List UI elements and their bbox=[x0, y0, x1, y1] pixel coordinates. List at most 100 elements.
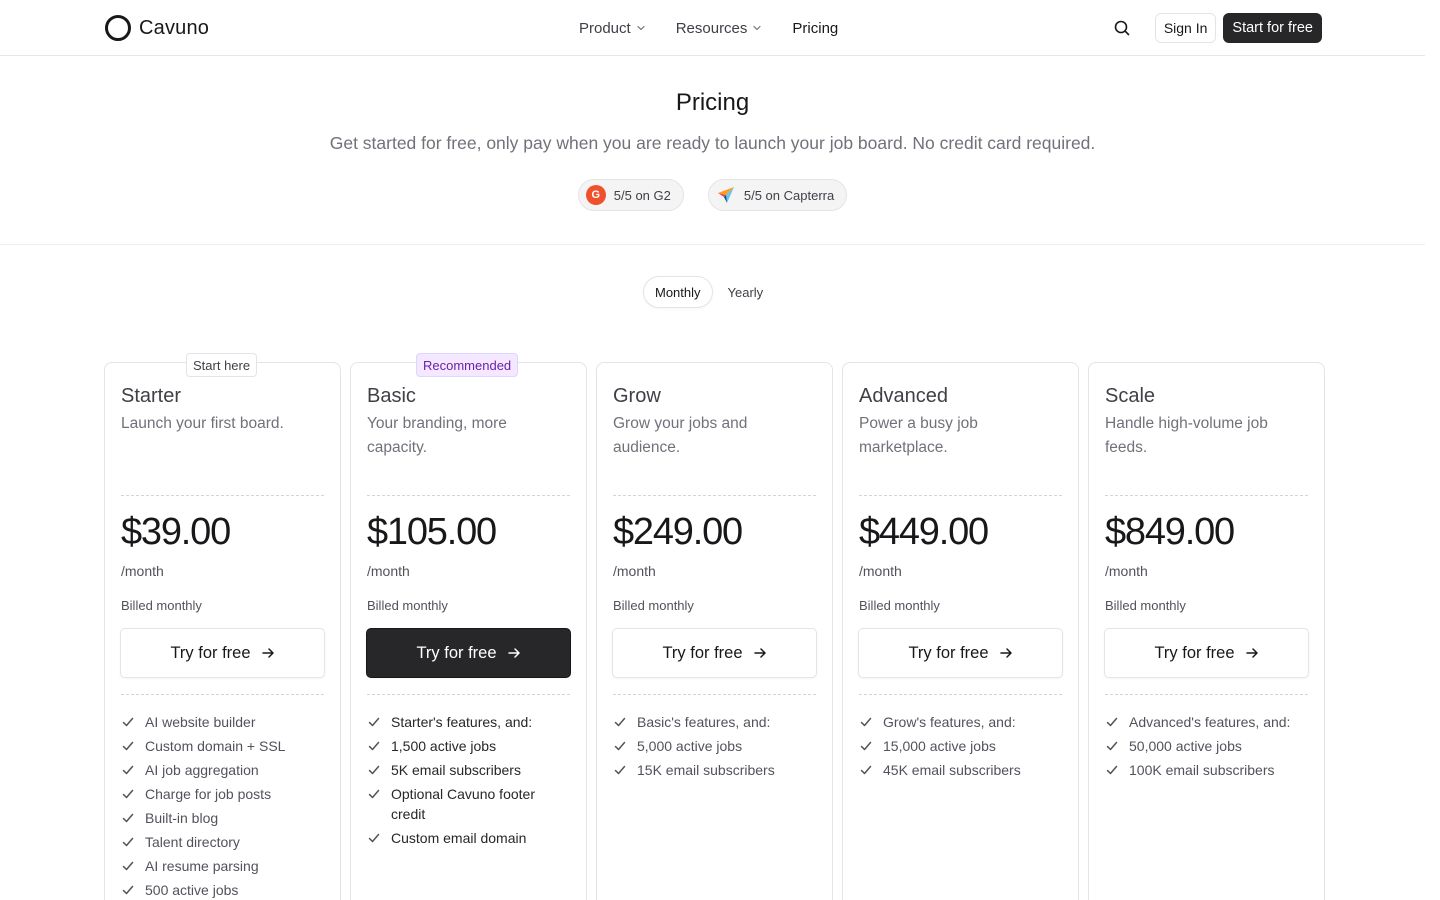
divider bbox=[1105, 495, 1308, 496]
feature-text: 100K email subscribers bbox=[1129, 762, 1275, 778]
plan-price: $39.00 bbox=[121, 511, 231, 553]
divider bbox=[367, 694, 570, 695]
feature-text: 1,500 active jobs bbox=[391, 738, 497, 754]
feature-text: 15K email subscribers bbox=[637, 762, 775, 778]
g2-rating-badge[interactable]: G 5/5 on G2 bbox=[577, 179, 684, 211]
brand-name: Cavuno bbox=[139, 16, 210, 39]
chevron-down-icon bbox=[753, 25, 762, 31]
plan-description: Your branding, more capacity. bbox=[367, 415, 507, 456]
nav-item-resources[interactable]: Resources bbox=[676, 20, 763, 37]
check-icon bbox=[859, 712, 875, 732]
feature-item: Custom email domain bbox=[367, 828, 573, 848]
check-icon bbox=[121, 856, 137, 876]
nav-item-label: Resources bbox=[675, 19, 748, 37]
feature-text: Advanced's features, and: bbox=[1129, 714, 1291, 730]
feature-list: Basic's features, and: 5,000 active jobs 1… bbox=[613, 712, 819, 784]
billing-period-toggle: Monthly Yearly bbox=[643, 276, 774, 308]
plan-billing-note: Billed monthly bbox=[859, 598, 940, 613]
feature-text: 5,000 active jobs bbox=[637, 738, 743, 754]
arrow-right-icon bbox=[999, 648, 1012, 658]
feature-list: Advanced's features, and: 50,000 active j… bbox=[1105, 712, 1311, 784]
nav-item-product[interactable]: Product bbox=[579, 20, 646, 37]
feature-item: 1,500 active jobs bbox=[367, 736, 573, 756]
feature-item: Advanced's features, and: bbox=[1105, 712, 1311, 732]
plan-description: Handle high-volume job feeds. bbox=[1105, 415, 1268, 456]
feature-text: Starter's features, and: bbox=[391, 714, 533, 730]
page-subtitle: Get started for free, only pay when you … bbox=[329, 133, 1096, 153]
nav-item-label: Pricing bbox=[792, 19, 839, 37]
feature-list: AI website builder Custom domain + SSL AI … bbox=[121, 712, 327, 900]
feature-text: AI resume parsing bbox=[145, 858, 259, 874]
feature-text: Custom domain + SSL bbox=[145, 738, 286, 754]
page-title: Pricing bbox=[675, 89, 750, 116]
check-icon bbox=[121, 832, 137, 852]
feature-text: 500 active jobs bbox=[145, 882, 239, 898]
badge-label: 5/5 on Capterra bbox=[743, 187, 835, 203]
search-icon[interactable] bbox=[1110, 16, 1134, 40]
feature-item: Starter's features, and: bbox=[367, 712, 573, 732]
divider bbox=[121, 495, 324, 496]
plan-cards: Start here Starter Launch your first boa… bbox=[104, 353, 1325, 900]
nav-item-pricing[interactable]: Pricing bbox=[792, 20, 838, 37]
check-icon bbox=[121, 712, 137, 732]
start-for-free-button[interactable]: Start for free bbox=[1223, 13, 1322, 43]
brand-logo[interactable]: Cavuno bbox=[105, 14, 209, 42]
check-icon bbox=[1105, 736, 1121, 756]
divider bbox=[859, 495, 1062, 496]
feature-text: Built-in blog bbox=[145, 810, 219, 826]
plan-period: /month bbox=[121, 563, 164, 579]
check-icon bbox=[613, 712, 629, 732]
feature-item: 100K email subscribers bbox=[1105, 760, 1311, 780]
nav-menu: Product Resources Pricing bbox=[579, 0, 838, 56]
plan-price: $849.00 bbox=[1105, 511, 1235, 553]
plan-name: Advanced bbox=[859, 385, 948, 407]
pricing-hero: Pricing Get started for free, only pay w… bbox=[0, 56, 1425, 245]
rating-badges: G 5/5 on G2 5/5 on Capterra bbox=[0, 179, 1425, 211]
check-icon bbox=[1105, 712, 1121, 732]
divider bbox=[121, 694, 324, 695]
feature-text: Basic's features, and: bbox=[637, 714, 771, 730]
check-icon bbox=[859, 760, 875, 780]
check-icon bbox=[121, 736, 137, 756]
logo-ring-icon bbox=[105, 15, 131, 41]
plan-period: /month bbox=[859, 563, 902, 579]
try-for-free-button[interactable]: Try for free bbox=[366, 628, 571, 678]
toggle-monthly[interactable]: Monthly bbox=[643, 276, 713, 308]
feature-item: Optional Cavuno footer credit bbox=[367, 784, 573, 824]
try-for-free-button[interactable]: Try for free bbox=[1104, 628, 1309, 678]
feature-item: Grow's features, and: bbox=[859, 712, 1065, 732]
feature-item: 5,000 active jobs bbox=[613, 736, 819, 756]
divider bbox=[1105, 694, 1308, 695]
feature-text: 15,000 active jobs bbox=[883, 738, 996, 754]
plan-description: Launch your first board. bbox=[121, 415, 284, 432]
sign-in-button[interactable]: Sign In bbox=[1154, 13, 1217, 43]
divider bbox=[367, 495, 570, 496]
feature-item: 500 active jobs bbox=[121, 880, 327, 900]
check-icon bbox=[121, 880, 137, 900]
divider bbox=[613, 694, 816, 695]
feature-text: 45K email subscribers bbox=[883, 762, 1021, 778]
check-icon bbox=[859, 736, 875, 756]
plan-billing-note: Billed monthly bbox=[1105, 598, 1186, 613]
nav-actions: Sign In Start for free bbox=[1110, 13, 1322, 43]
feature-item: Talent directory bbox=[121, 832, 327, 852]
try-for-free-button[interactable]: Try for free bbox=[858, 628, 1063, 678]
try-for-free-button[interactable]: Try for free bbox=[120, 628, 325, 678]
arrow-right-icon bbox=[261, 648, 274, 658]
feature-item: Built-in blog bbox=[121, 808, 327, 828]
try-for-free-button[interactable]: Try for free bbox=[612, 628, 817, 678]
toggle-yearly[interactable]: Yearly bbox=[717, 276, 775, 308]
feature-text: Optional Cavuno footer credit bbox=[391, 786, 535, 822]
capterra-rating-badge[interactable]: 5/5 on Capterra bbox=[707, 179, 848, 211]
feature-text: Custom email domain bbox=[391, 830, 527, 846]
check-icon bbox=[367, 760, 383, 780]
plan-price: $249.00 bbox=[613, 511, 743, 553]
plan-price: $449.00 bbox=[859, 511, 989, 553]
plan-billing-note: Billed monthly bbox=[367, 598, 448, 613]
feature-item: 50,000 active jobs bbox=[1105, 736, 1311, 756]
capterra-icon bbox=[717, 187, 734, 203]
feature-item: Custom domain + SSL bbox=[121, 736, 327, 756]
feature-text: AI job aggregation bbox=[145, 762, 259, 778]
feature-item: Charge for job posts bbox=[121, 784, 327, 804]
plan-card-advanced: Advanced Power a busy job marketplace. $… bbox=[842, 362, 1079, 900]
